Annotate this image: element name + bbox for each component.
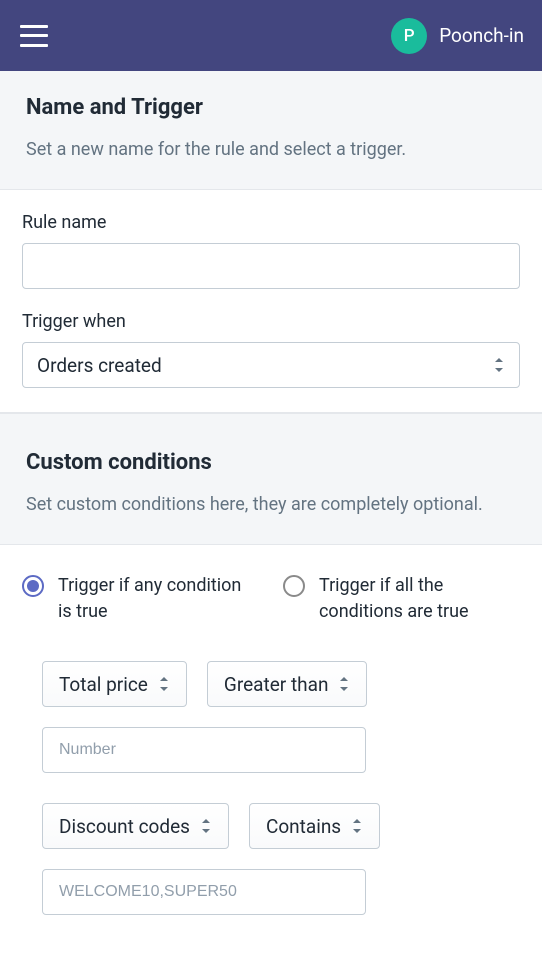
rule-name-input[interactable] bbox=[22, 243, 520, 289]
section-title: Name and Trigger bbox=[26, 95, 516, 120]
condition-row: Discount codes Contains bbox=[22, 803, 520, 915]
avatar: P bbox=[391, 18, 427, 54]
condition-row: Total price Greater than bbox=[22, 661, 520, 773]
radio-icon bbox=[22, 575, 44, 597]
condition-operator-select[interactable]: Greater than bbox=[207, 661, 368, 707]
app-header: P Poonch-in bbox=[0, 0, 542, 71]
trigger-when-label: Trigger when bbox=[22, 311, 520, 332]
radio-any-label: Trigger if any condition is true bbox=[58, 573, 259, 625]
section-title: Custom conditions bbox=[26, 450, 516, 475]
name-trigger-form: Rule name Trigger when Orders created bbox=[0, 190, 542, 412]
radio-icon bbox=[283, 575, 305, 597]
condition-value-input[interactable] bbox=[42, 869, 366, 915]
condition-field-select[interactable]: Total price bbox=[42, 661, 187, 707]
section-desc: Set a new name for the rule and select a… bbox=[26, 136, 516, 163]
condition-mode-radio-group: Trigger if any condition is true Trigger… bbox=[22, 573, 520, 625]
condition-field-value: Discount codes bbox=[59, 815, 190, 838]
conditions-header: Custom conditions Set custom conditions … bbox=[0, 414, 542, 545]
condition-field-value: Total price bbox=[59, 673, 148, 696]
trigger-when-select[interactable]: Orders created bbox=[22, 342, 520, 388]
radio-any-condition[interactable]: Trigger if any condition is true bbox=[22, 573, 259, 625]
condition-value-input[interactable] bbox=[42, 727, 366, 773]
condition-operator-select[interactable]: Contains bbox=[249, 803, 380, 849]
rule-name-label: Rule name bbox=[22, 212, 520, 233]
condition-operator-value: Contains bbox=[266, 815, 341, 838]
user-menu[interactable]: P Poonch-in bbox=[391, 18, 524, 54]
updown-icon bbox=[338, 677, 350, 691]
updown-icon bbox=[351, 819, 363, 833]
radio-all-label: Trigger if all the conditions are true bbox=[319, 573, 520, 625]
radio-all-conditions[interactable]: Trigger if all the conditions are true bbox=[283, 573, 520, 625]
conditions-body: Trigger if any condition is true Trigger… bbox=[0, 545, 542, 955]
condition-field-select[interactable]: Discount codes bbox=[42, 803, 229, 849]
trigger-when-value: Orders created bbox=[37, 354, 493, 377]
updown-icon bbox=[200, 819, 212, 833]
menu-icon[interactable] bbox=[20, 25, 48, 47]
section-desc: Set custom conditions here, they are com… bbox=[26, 491, 516, 518]
updown-icon bbox=[158, 677, 170, 691]
username-label: Poonch-in bbox=[439, 24, 524, 47]
name-trigger-header: Name and Trigger Set a new name for the … bbox=[0, 71, 542, 190]
updown-icon bbox=[493, 358, 505, 372]
condition-operator-value: Greater than bbox=[224, 673, 329, 696]
